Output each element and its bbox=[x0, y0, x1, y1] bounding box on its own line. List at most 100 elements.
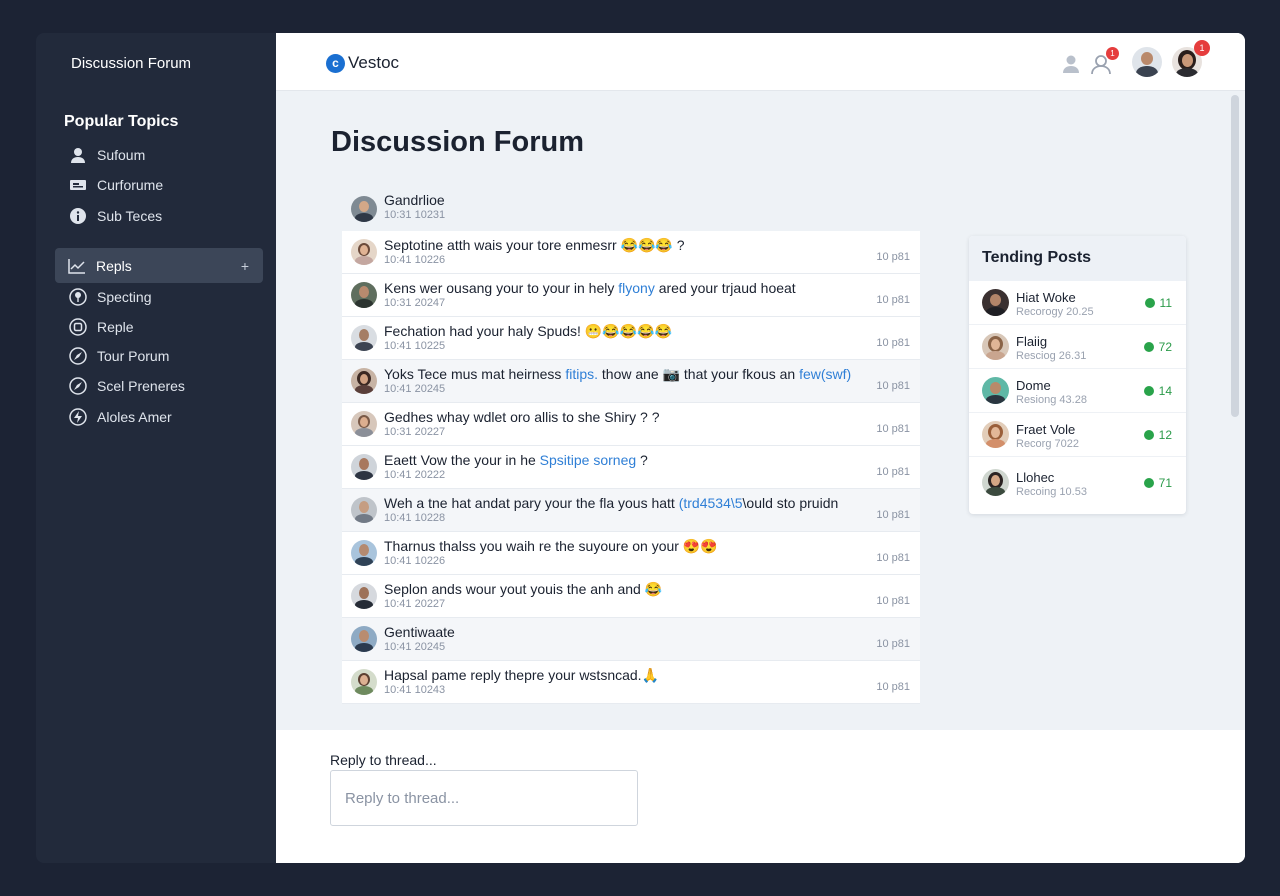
post-time: 10 p81 bbox=[876, 681, 910, 693]
trending-count: 12 bbox=[1143, 428, 1172, 442]
post-text: Eaett Vow the your in he Spsitipe sorneg… bbox=[384, 452, 648, 468]
avatar bbox=[982, 289, 1009, 316]
sidebar-item-reple[interactable]: Reple bbox=[56, 311, 262, 343]
brand-logo[interactable]: c Vestoc bbox=[326, 53, 399, 73]
avatar bbox=[982, 333, 1009, 360]
avatar bbox=[351, 540, 377, 566]
list-item[interactable]: Yoks Tece mus mat heirness fitips. thow … bbox=[342, 360, 920, 403]
sidebar-item-specting[interactable]: Specting bbox=[56, 281, 262, 313]
post-time: 10 p81 bbox=[876, 466, 910, 478]
list-item[interactable]: Gedhes whay wdlet oro allis to she Shiry… bbox=[342, 403, 920, 446]
list-item[interactable]: Gandrlioe 10:31 10231 bbox=[342, 188, 920, 231]
post-text: Yoks Tece mus mat heirness fitips. thow … bbox=[384, 366, 852, 382]
post-text: Seplon ands wour yout youis the anh and … bbox=[384, 581, 663, 597]
list-item[interactable]: Gentiwaate 10:41 20245 10 p81 bbox=[342, 618, 920, 661]
sidebar-item-sub-teces[interactable]: Sub Teces bbox=[56, 200, 262, 232]
trending-item[interactable]: Hiat Woke Recorogy 20.25 11 bbox=[969, 281, 1186, 325]
post-text: Weh a tne hat andat pary your the fla yo… bbox=[384, 495, 839, 511]
reply-input[interactable] bbox=[330, 770, 638, 826]
avatar[interactable] bbox=[1132, 47, 1162, 77]
scrollbar[interactable] bbox=[1231, 95, 1239, 417]
trending-count: 14 bbox=[1143, 384, 1172, 398]
post-time: 10 p81 bbox=[876, 595, 910, 607]
trending-sub: Resiong 43.28 bbox=[1016, 394, 1087, 406]
avatar bbox=[351, 669, 377, 695]
bolt-icon bbox=[68, 407, 88, 427]
avatar bbox=[351, 239, 377, 265]
avatar bbox=[351, 411, 377, 437]
avatar bbox=[351, 282, 377, 308]
sidebar-item-aloles-amer[interactable]: Aloles Amer bbox=[56, 401, 262, 433]
trending-name: Hiat Woke bbox=[1016, 290, 1076, 305]
sidebar-item-repls[interactable]: Repls + bbox=[55, 248, 263, 283]
sidebar-item-label: Specting bbox=[97, 289, 152, 305]
avatar bbox=[351, 454, 377, 480]
post-time: 10 p81 bbox=[876, 337, 910, 349]
list-item[interactable]: Seplon ands wour yout youis the anh and … bbox=[342, 575, 920, 618]
post-meta: 10:41 10228 bbox=[384, 512, 446, 524]
user-icon bbox=[68, 145, 88, 165]
profile-icon[interactable] bbox=[1062, 54, 1080, 79]
post-link[interactable]: flyony bbox=[618, 280, 655, 296]
post-meta: 10:41 20222 bbox=[384, 469, 446, 481]
top-header: c Vestoc 1 1 bbox=[276, 33, 1245, 91]
trending-item[interactable]: Fraet Vole Recorg 7022 12 bbox=[969, 413, 1186, 457]
trending-name: Llohec bbox=[1016, 470, 1055, 485]
thread-list: Gandrlioe 10:31 10231 Septotine atth wai… bbox=[342, 188, 920, 704]
reply-section: Reply to thread... bbox=[276, 730, 1245, 863]
add-icon[interactable]: + bbox=[241, 258, 249, 274]
post-link[interactable]: fitips. bbox=[565, 366, 598, 382]
post-link[interactable]: (trd4534\5 bbox=[679, 495, 743, 511]
sidebar-item-scel-preneres[interactable]: Scel Preneres bbox=[56, 370, 262, 402]
list-item[interactable]: Weh a tne hat andat pary your the fla yo… bbox=[342, 489, 920, 532]
post-link[interactable]: Spsitipe sorneg bbox=[540, 452, 637, 468]
sidebar-item-label: Sub Teces bbox=[97, 208, 163, 224]
main-content: c Vestoc 1 1 Discussion Forum Gandrlioe … bbox=[276, 33, 1245, 863]
post-time: 10 p81 bbox=[876, 552, 910, 564]
notification-badge: 1 bbox=[1194, 40, 1210, 56]
trending-title: Tending Posts bbox=[969, 236, 1186, 281]
sidebar-item-curforume[interactable]: Curforume bbox=[56, 169, 262, 201]
trending-item[interactable]: Llohec Recoing 10.53 71 bbox=[969, 461, 1186, 505]
list-item[interactable]: Eaett Vow the your in he Spsitipe sorneg… bbox=[342, 446, 920, 489]
post-link[interactable]: few(swf) bbox=[799, 366, 851, 382]
avatar bbox=[351, 626, 377, 652]
compass-icon bbox=[68, 376, 88, 396]
status-dot-icon bbox=[1144, 298, 1155, 308]
post-time: 10 p81 bbox=[876, 251, 910, 263]
post-text: Gandrlioe bbox=[384, 192, 445, 208]
post-time: 10 p81 bbox=[876, 509, 910, 521]
list-item[interactable]: Hapsal pame reply thepre your wstsncad.🙏… bbox=[342, 661, 920, 704]
trending-count: 11 bbox=[1144, 296, 1172, 310]
sidebar-item-label: Curforume bbox=[97, 177, 164, 193]
sidebar-item-tour-porum[interactable]: Tour Porum bbox=[56, 340, 262, 372]
info-icon bbox=[68, 206, 88, 226]
list-item[interactable]: Fechation had your haly Spuds! 😬😂😂😂😂 10:… bbox=[342, 317, 920, 360]
user-outline-icon[interactable]: 1 bbox=[1090, 47, 1119, 80]
trending-sub: Recoing 10.53 bbox=[1016, 486, 1087, 498]
status-dot-icon bbox=[1143, 430, 1154, 440]
sidebar-item-label: Sufoum bbox=[97, 147, 146, 163]
logo-icon: c bbox=[326, 53, 345, 73]
sidebar: Discussion Forum Popular Topics Sufoum C… bbox=[36, 33, 276, 863]
trending-item[interactable]: Flaiig Resciog 26.31 72 bbox=[969, 325, 1186, 369]
list-item[interactable]: Kens wer ousang your to your in hely fly… bbox=[342, 274, 920, 317]
avatar bbox=[351, 196, 377, 222]
trending-posts-panel: Tending Posts Hiat Woke Recorogy 20.25 1… bbox=[969, 236, 1186, 514]
post-meta: 10:41 10226 bbox=[384, 555, 446, 567]
avatar bbox=[351, 583, 377, 609]
avatar bbox=[351, 325, 377, 351]
avatar[interactable]: 1 bbox=[1172, 40, 1210, 77]
square-icon bbox=[68, 317, 88, 337]
trending-item[interactable]: Dome Resiong 43.28 14 bbox=[969, 369, 1186, 413]
post-meta: 10:31 20227 bbox=[384, 426, 446, 438]
list-item[interactable]: Tharnus thalss you waih re the suyoure o… bbox=[342, 532, 920, 575]
post-text: Fechation had your haly Spuds! 😬😂😂😂😂 bbox=[384, 323, 672, 339]
list-item[interactable]: Septotine atth wais your tore enmesrr 😂😂… bbox=[342, 231, 920, 274]
status-dot-icon bbox=[1143, 342, 1154, 352]
post-meta: 10:41 20245 bbox=[384, 383, 446, 395]
sidebar-item-sufoum[interactable]: Sufoum bbox=[56, 139, 262, 171]
post-time: 10 p81 bbox=[876, 423, 910, 435]
post-meta: 10:31 10231 bbox=[384, 209, 446, 221]
post-meta: 10:41 10226 bbox=[384, 254, 446, 266]
